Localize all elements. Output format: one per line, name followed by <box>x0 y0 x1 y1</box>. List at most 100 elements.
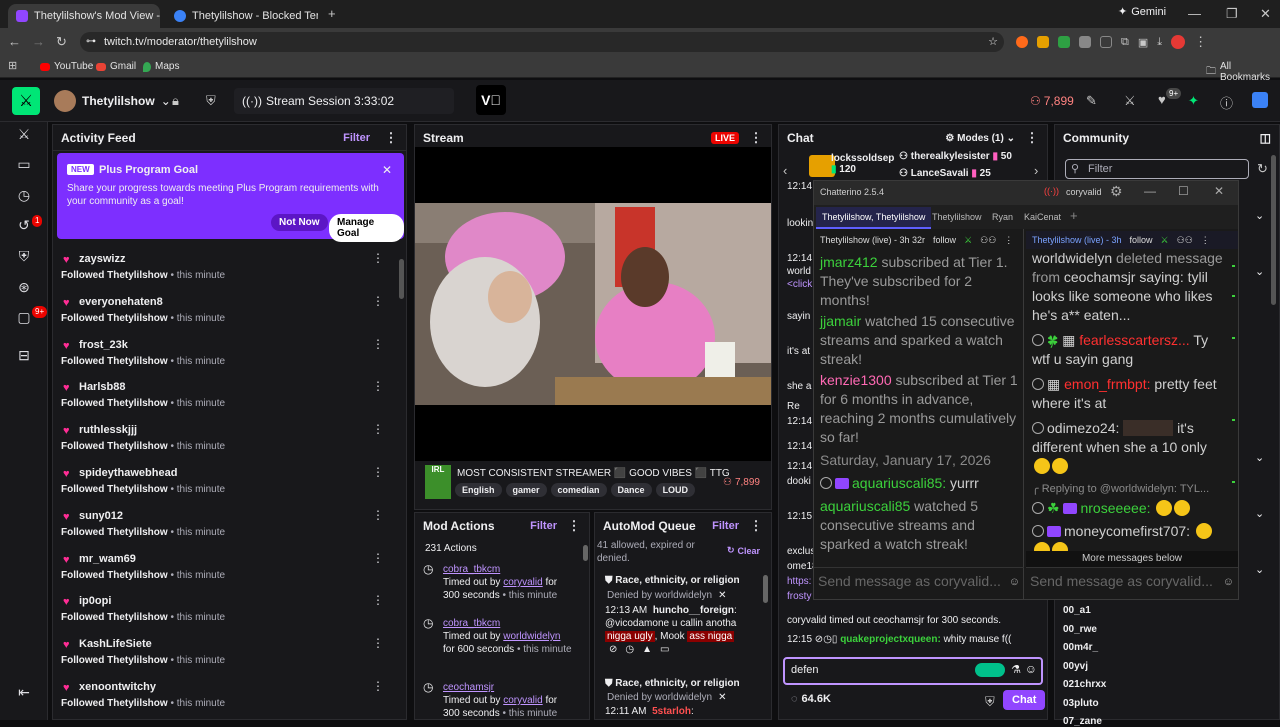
maximize-icon[interactable]: ❐ <box>1226 6 1238 22</box>
chatterino-input-left[interactable]: Send message as coryvalid... ☺ <box>814 567 1024 597</box>
history-icon[interactable]: ↺ <box>14 215 34 235</box>
shield-icon[interactable]: ⛨ <box>985 694 995 710</box>
extension-icon[interactable] <box>1058 36 1070 48</box>
extension-icon[interactable] <box>1037 36 1049 48</box>
close-icon[interactable]: ✕ <box>718 692 726 703</box>
heart-icon[interactable]: ♥ <box>1158 92 1166 107</box>
stream-tag[interactable]: Dance <box>610 483 652 497</box>
sword-icon[interactable]: ⚔ <box>964 235 972 246</box>
activity-feed-item[interactable]: ♥ everyonehaten8 Followed Thetylilshow •… <box>60 294 390 334</box>
points-balance[interactable]: ◌ 64.6K <box>791 693 831 705</box>
sidebar-toggle-icon[interactable]: ◫ <box>1260 131 1271 145</box>
clock-icon[interactable]: ◷ <box>14 185 34 205</box>
more-icon[interactable]: ⋮ <box>749 518 763 534</box>
sword-icon[interactable]: ⚔ <box>1124 93 1136 109</box>
apps-grid-icon[interactable]: ⊞ <box>8 59 17 72</box>
bookmark-youtube[interactable]: YouTube <box>40 61 93 72</box>
chevron-down-icon[interactable]: ⌄ <box>1255 451 1264 464</box>
filter-button[interactable]: Filter <box>343 132 370 144</box>
more-icon[interactable]: ⋮ <box>372 593 384 607</box>
activity-feed-item[interactable]: ♥ suny012 Followed Thetylilshow • this m… <box>60 508 390 548</box>
mod-icon[interactable] <box>820 477 832 489</box>
close-icon[interactable]: ✕ <box>1214 184 1224 198</box>
download-icon[interactable]: ⤓ <box>1157 36 1162 49</box>
community-user[interactable]: 00yvj <box>1063 661 1088 672</box>
layout-icon[interactable]: ⊟ <box>14 345 34 365</box>
clear-button[interactable]: ↻ Clear <box>727 545 760 556</box>
minimize-icon[interactable]: — <box>1188 6 1201 21</box>
more-icon[interactable]: ⋮ <box>384 130 398 146</box>
vv-logo-icon[interactable]: V⃞ <box>476 85 506 115</box>
shield-icon[interactable]: ⛨ <box>206 93 216 109</box>
target-user-link[interactable]: cobra_tbkcm <box>443 618 500 629</box>
more-icon[interactable]: ⋮ <box>372 337 384 351</box>
community-user[interactable]: 07_zane <box>1063 716 1102 727</box>
chat-input[interactable]: defen ⚗ ☺ <box>783 657 1043 685</box>
user-avatar[interactable] <box>1252 92 1268 108</box>
more-icon[interactable]: ⋮ <box>372 422 384 436</box>
community-user[interactable]: 03pluto <box>1063 698 1099 709</box>
moderator-link[interactable]: coryvalid <box>503 695 542 706</box>
tab-blocked-terms[interactable]: Thetylilshow - Blocked Terms × <box>166 4 318 28</box>
puzzle-icon[interactable]: ⧉ <box>1121 36 1129 49</box>
sidepanel-icon[interactable]: ▣ <box>1138 36 1148 49</box>
target-user-link[interactable]: cobra_tbkcm <box>443 564 500 575</box>
community-user[interactable]: 00m4r_ <box>1063 642 1098 653</box>
chatterino-tab[interactable]: Ryan <box>992 212 1013 222</box>
emoji-icon[interactable]: ☺ <box>1009 576 1020 588</box>
maximize-icon[interactable]: ☐ <box>1178 184 1189 198</box>
bookmark-star-icon[interactable]: ☆ <box>988 32 998 52</box>
activity-feed-item[interactable]: ♥ Harlsb88 Followed Thetylilshow • this … <box>60 379 390 419</box>
pencil-icon[interactable]: ✎ <box>1086 93 1097 109</box>
bits-icon[interactable]: ⚗ <box>1011 663 1021 676</box>
scrollbar[interactable] <box>763 575 768 603</box>
community-filter-input[interactable]: ⚲ Filter <box>1065 159 1249 179</box>
more-icon[interactable]: ⋮ <box>372 508 384 522</box>
sword-logo-icon[interactable]: ⚔ <box>12 87 40 115</box>
filter-button[interactable]: Filter <box>712 520 739 532</box>
exit-icon[interactable]: ⇤ <box>14 682 34 702</box>
chevron-down-icon[interactable]: ⌄ <box>1255 507 1264 520</box>
chrome-menu-icon[interactable]: ⋮ <box>1194 34 1207 50</box>
activity-feed-item[interactable]: ♥ ip0opi Followed Thetylilshow • this mi… <box>60 593 390 633</box>
mod-icon[interactable] <box>1032 525 1044 537</box>
activity-feed-item[interactable]: ♥ ruthlesskjjj Followed Thetylilshow • t… <box>60 422 390 462</box>
settings-icon[interactable]: ⚙ <box>1110 183 1123 200</box>
not-now-button[interactable]: Not Now <box>271 214 328 231</box>
more-icon[interactable]: ⋮ <box>1004 235 1013 246</box>
timeout-icon[interactable]: ◷ <box>625 644 634 655</box>
users-icon[interactable]: ⚇⚇ <box>1177 235 1193 246</box>
stream-tag[interactable]: comedian <box>550 483 607 497</box>
chevron-down-icon[interactable]: ⌄ <box>1255 563 1264 576</box>
extension-icon[interactable] <box>1100 36 1112 48</box>
community-user[interactable]: 021chrxx <box>1063 679 1106 690</box>
moderator-link[interactable]: coryvalid <box>503 577 542 588</box>
activity-feed-item[interactable]: ♥ spideythawebhead Followed Thetylilshow… <box>60 465 390 505</box>
community-user[interactable]: 00_a1 <box>1063 605 1091 616</box>
more-messages-below[interactable]: More messages below <box>1026 551 1238 567</box>
channel-switcher[interactable]: Thetylilshow ⌄ <box>54 90 171 112</box>
site-info-icon[interactable]: ⊶ <box>86 32 96 52</box>
more-icon[interactable]: ⋮ <box>567 518 581 534</box>
bookmark-maps[interactable]: Maps <box>143 61 179 72</box>
chatterino-tab[interactable]: KaiCenat <box>1024 212 1061 222</box>
activity-feed-item[interactable]: ♥ mr_wam69 Followed Thetylilshow • this … <box>60 551 390 591</box>
target-user-link[interactable]: ceochamsjr <box>443 682 494 693</box>
lock-icon[interactable]: 🔒︎ <box>172 93 179 109</box>
chat-send-button[interactable]: Chat <box>1003 690 1046 710</box>
more-icon[interactable]: ⋮ <box>372 379 384 393</box>
more-icon[interactable]: ⋮ <box>1025 130 1039 146</box>
community-user[interactable]: 00_rwe <box>1063 624 1097 635</box>
more-icon[interactable]: ⋮ <box>372 679 384 693</box>
sparkle-icon[interactable]: ✦ <box>1188 93 1199 109</box>
extension-icon[interactable] <box>1016 36 1028 48</box>
stream-tag[interactable]: gamer <box>505 483 547 497</box>
more-icon[interactable]: ⋮ <box>372 294 384 308</box>
more-icon[interactable]: ⋮ <box>372 636 384 650</box>
more-icon[interactable]: ⋮ <box>1201 235 1210 246</box>
mod-icon[interactable] <box>1032 502 1044 514</box>
chevron-left-icon[interactable]: ‹ <box>783 163 787 178</box>
gemini-button[interactable]: ✦ Gemini <box>1118 5 1166 19</box>
mod-icon[interactable] <box>1032 378 1044 390</box>
chevron-down-icon[interactable]: ⌄ <box>1255 265 1264 278</box>
